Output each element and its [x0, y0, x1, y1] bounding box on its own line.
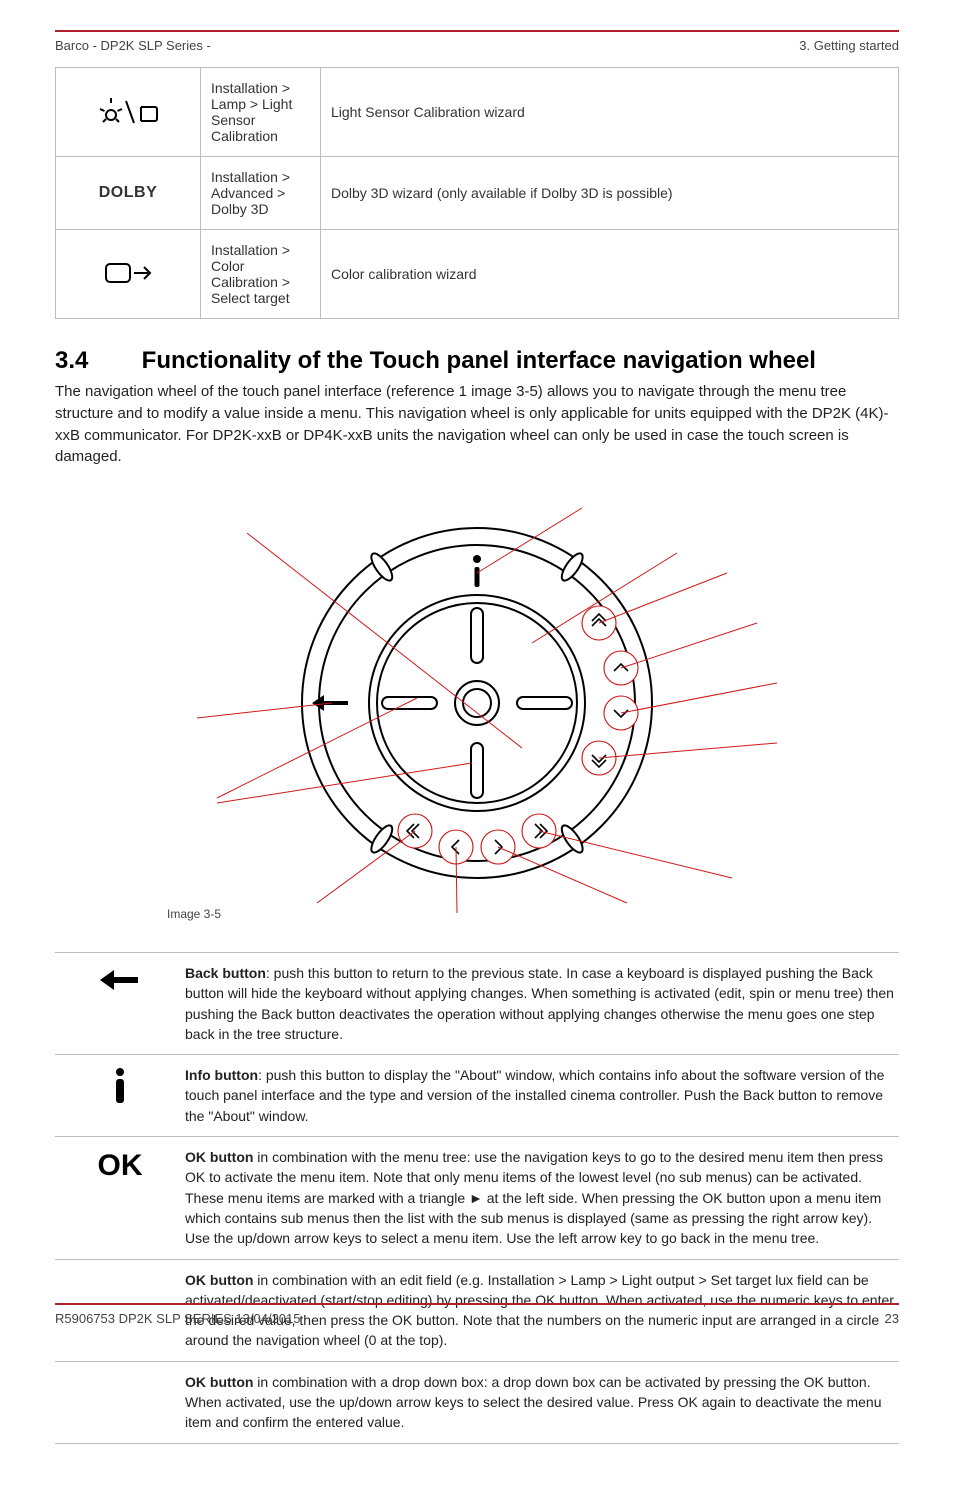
footer-page-number: 23 [885, 1311, 899, 1326]
menu-path: Installation > Color Calibration > Selec… [201, 230, 321, 319]
setting-desc: Color calibration wizard [321, 230, 899, 319]
section-number: 3.4 [55, 347, 135, 375]
menu-path: Installation > Advanced > Dolby 3D [201, 157, 321, 230]
table-row: DOLBY Installation > Advanced > Dolby 3D… [56, 157, 899, 230]
setting-desc: Dolby 3D wizard (only available if Dolby… [321, 157, 899, 230]
def-head: Back button [185, 965, 266, 981]
header-right: 3. Getting started [799, 38, 899, 53]
settings-table: Installation > Lamp > Light Sensor Calib… [55, 67, 899, 319]
table-row: Installation > Lamp > Light Sensor Calib… [56, 68, 899, 157]
definition-list: Back button: push this button to return … [55, 952, 899, 1444]
def-body: in combination with a drop down box: a d… [185, 1374, 882, 1431]
table-row: Installation > Color Calibration > Selec… [56, 230, 899, 319]
def-row-ok-1: OK OK button in combination with the men… [55, 1137, 899, 1259]
def-head: Info button [185, 1067, 258, 1083]
def-row-ok-3: OK button in combination with a drop dow… [55, 1362, 899, 1444]
def-row-back: Back button: push this button to return … [55, 952, 899, 1055]
def-head: OK button [185, 1149, 253, 1165]
def-head: OK button [185, 1272, 253, 1288]
info-icon [110, 1067, 130, 1105]
def-row-info: Info button: push this button to display… [55, 1055, 899, 1137]
back-arrow-icon [98, 965, 142, 995]
def-body: : push this button to display the "About… [185, 1067, 884, 1124]
intro-paragraph: The navigation wheel of the touch panel … [55, 381, 899, 468]
page-footer: R5906753 DP2K SLP SERIES 13/04/2015 23 [55, 1303, 899, 1326]
dolby-label: DOLBY [99, 184, 158, 201]
color-calibration-icon [104, 260, 152, 288]
light-sensor-icon [97, 97, 159, 127]
def-head: OK button [185, 1374, 253, 1390]
diagram-caption: Image 3-5 [167, 907, 221, 921]
def-body: in combination with the menu tree: use t… [185, 1149, 883, 1246]
header-left: Barco - DP2K SLP Series - [55, 38, 211, 53]
nav-wheel-diagram: Image 3-5 [127, 488, 827, 928]
setting-desc: Light Sensor Calibration wizard [321, 68, 899, 157]
menu-path: Installation > Lamp > Light Sensor Calib… [201, 68, 321, 157]
section-title: Functionality of the Touch panel interfa… [142, 347, 816, 374]
footer-left: R5906753 DP2K SLP SERIES 13/04/2015 [55, 1311, 301, 1326]
def-body: : push this button to return to the prev… [185, 965, 894, 1042]
